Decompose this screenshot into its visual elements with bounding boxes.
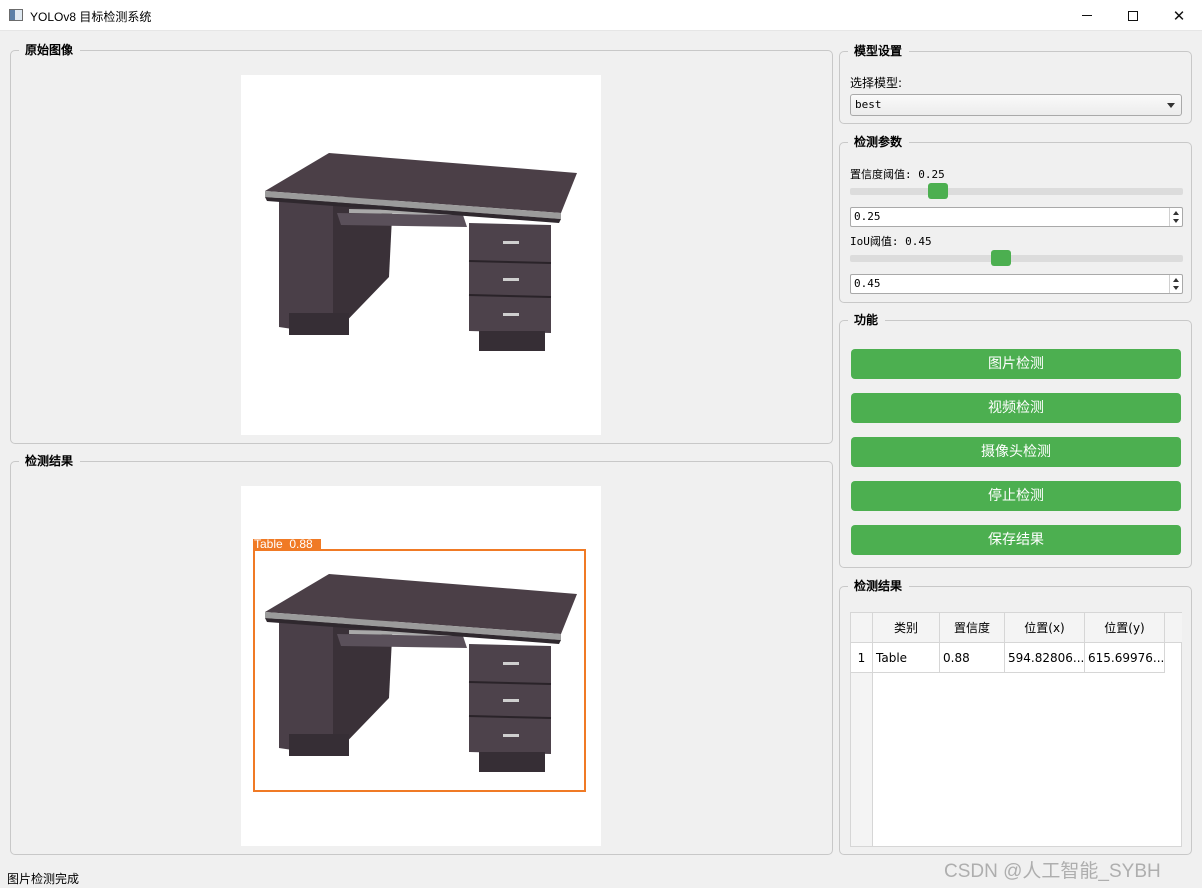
camera-detect-button[interactable]: 摄像头检测 — [851, 437, 1181, 467]
iou-label: IoU阈值: 0.45 — [850, 235, 932, 248]
chevron-down-icon — [1167, 103, 1175, 108]
iou-spinbox-value: 0.45 — [854, 277, 881, 290]
app-icon — [9, 9, 23, 21]
minimize-button[interactable] — [1064, 0, 1110, 31]
confidence-spinbox[interactable]: 0.25 — [850, 207, 1183, 227]
table-cell-confidence[interactable]: 0.88 — [940, 643, 1005, 673]
model-select-label: 选择模型: — [850, 76, 903, 90]
save-results-button[interactable]: 保存结果 — [851, 525, 1181, 555]
maximize-icon — [1128, 10, 1138, 21]
row-header-column — [851, 673, 873, 846]
window-title: YOLOv8 目标检测系统 — [30, 10, 152, 24]
model-settings-title: 模型设置 — [848, 44, 910, 58]
confidence-spinbox-value: 0.25 — [854, 210, 881, 223]
model-select-value: best — [855, 98, 882, 111]
iou-spinbox[interactable]: 0.45 — [850, 274, 1183, 294]
spin-up-icon[interactable] — [1173, 211, 1179, 215]
iou-spin-buttons[interactable] — [1169, 275, 1182, 293]
column-header-y[interactable]: 位置(y) — [1085, 613, 1165, 643]
model-select[interactable]: best — [850, 94, 1182, 116]
maximize-button[interactable] — [1110, 0, 1156, 31]
minimize-icon — [1082, 15, 1092, 16]
confidence-slider-handle[interactable] — [928, 183, 948, 199]
close-icon: ✕ — [1172, 6, 1186, 25]
detection-params-group: 检测参数 置信度阈值: 0.25 0.25 IoU阈值: 0.45 0.45 — [839, 135, 1192, 303]
spin-down-icon[interactable] — [1173, 219, 1179, 223]
confidence-slider[interactable] — [850, 183, 1183, 203]
watermark: CSDN @人工智能_SYBH — [944, 861, 1161, 882]
spin-down-icon[interactable] — [1173, 286, 1179, 290]
detection-params-title: 检测参数 — [848, 135, 910, 149]
confidence-label: 置信度阈值: 0.25 — [850, 168, 945, 181]
confidence-spin-buttons[interactable] — [1169, 208, 1182, 226]
iou-slider-handle[interactable] — [991, 250, 1011, 266]
spin-up-icon[interactable] — [1173, 278, 1179, 282]
title-bar: YOLOv8 目标检测系统 ✕ — [0, 0, 1202, 31]
table-cell-y[interactable]: 615.69976... — [1085, 643, 1165, 673]
result-image-title: 检测结果 — [19, 454, 81, 468]
header-filler — [1165, 613, 1182, 643]
image-detect-button[interactable]: 图片检测 — [851, 349, 1181, 379]
original-image-group: 原始图像 — [10, 43, 833, 444]
result-image-group: 检测结果 Table 0.88 — [10, 454, 833, 855]
functions-group: 功能 图片检测 视频检测 摄像头检测 停止检测 保存结果 — [839, 313, 1192, 568]
table-cell-class[interactable]: Table — [873, 643, 940, 673]
result-image: Table 0.88 — [241, 486, 601, 846]
functions-title: 功能 — [848, 313, 886, 327]
detection-label: Table 0.88 — [254, 537, 313, 551]
column-header-confidence[interactable]: 置信度 — [940, 613, 1005, 643]
original-image-title: 原始图像 — [19, 43, 81, 57]
results-table-group: 检测结果 类别 置信度 位置(x) 位置(y) 1 Table 0.88 594… — [839, 579, 1192, 855]
iou-slider[interactable] — [850, 250, 1183, 270]
iou-slider-track — [850, 255, 1183, 262]
table-cell-x[interactable]: 594.82806... — [1005, 643, 1085, 673]
column-header-class[interactable]: 类别 — [873, 613, 940, 643]
original-image — [241, 75, 601, 435]
status-text: 图片检测完成 — [7, 872, 80, 886]
results-table[interactable]: 类别 置信度 位置(x) 位置(y) 1 Table 0.88 594.8280… — [850, 612, 1182, 847]
video-detect-button[interactable]: 视频检测 — [851, 393, 1181, 423]
row-number[interactable]: 1 — [851, 643, 873, 673]
column-header-x[interactable]: 位置(x) — [1005, 613, 1085, 643]
close-button[interactable]: ✕ — [1156, 0, 1202, 31]
model-settings-group: 模型设置 选择模型: best — [839, 44, 1192, 124]
confidence-slider-track — [850, 188, 1183, 195]
results-table-title: 检测结果 — [848, 579, 910, 593]
table-corner[interactable] — [851, 613, 873, 643]
desk-photo — [265, 153, 577, 351]
stop-detect-button[interactable]: 停止检测 — [851, 481, 1181, 511]
